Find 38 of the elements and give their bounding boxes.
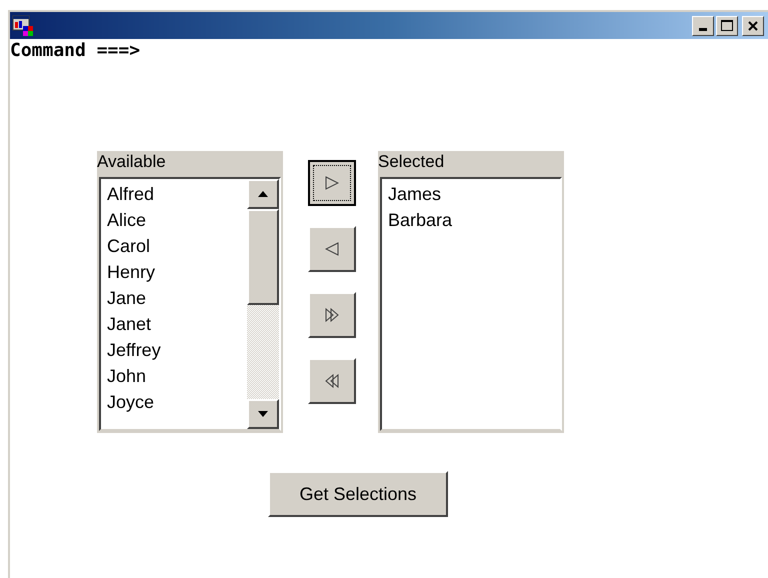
list-label: Selected: [378, 151, 564, 173]
double-right-icon: [325, 308, 339, 322]
scrollbar[interactable]: [247, 179, 279, 429]
minimize-button[interactable]: [692, 16, 714, 36]
app-icon: [12, 14, 34, 36]
get-selections-button[interactable]: Get Selections: [268, 471, 448, 517]
down-arrow-icon: [258, 411, 268, 417]
add-all-button[interactable]: [308, 292, 356, 338]
up-arrow-icon: [258, 191, 268, 197]
add-button[interactable]: [308, 160, 356, 206]
list-item[interactable]: John: [107, 363, 146, 389]
list-item[interactable]: Joyce: [107, 389, 154, 415]
left-triangle-icon: [325, 242, 339, 256]
available-list[interactable]: Alfred Alice Carol Henry Jane Janet Jeffrey John Joyce: [99, 177, 281, 431]
list-item[interactable]: Henry: [107, 259, 156, 285]
list-item[interactable]: Alfred: [107, 181, 154, 207]
close-icon: [748, 20, 758, 30]
selected-list[interactable]: James Barbara: [380, 177, 562, 431]
scroll-down-button[interactable]: [247, 399, 279, 429]
list-item[interactable]: Janet: [107, 311, 152, 337]
list-item[interactable]: Jane: [107, 285, 146, 311]
scroll-thumb[interactable]: [247, 209, 279, 305]
list-item[interactable]: James: [388, 181, 442, 207]
list-item[interactable]: Carol: [107, 233, 150, 259]
play-icon: [325, 176, 339, 190]
maximize-button[interactable]: [716, 16, 738, 36]
list-item[interactable]: Barbara: [388, 207, 452, 233]
remove-all-button[interactable]: [308, 358, 356, 404]
double-left-icon: [325, 374, 339, 388]
list-item[interactable]: Jeffrey: [107, 337, 161, 363]
close-button[interactable]: [742, 16, 764, 36]
minimize-icon: [699, 28, 707, 30]
remove-button[interactable]: [308, 226, 356, 272]
list-label: Available: [97, 151, 283, 173]
list-item[interactable]: Alice: [107, 207, 146, 233]
command-prompt: Command ===>: [10, 40, 140, 61]
scroll-up-button[interactable]: [247, 179, 279, 209]
maximize-icon: [721, 20, 733, 31]
